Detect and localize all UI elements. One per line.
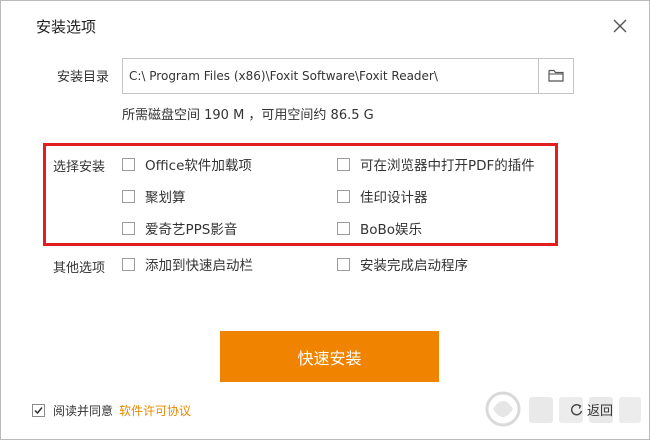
close-icon [613,19,627,33]
checkbox[interactable] [122,189,135,203]
checkbox[interactable] [122,221,135,235]
option-label: 添加到快速启动栏 [145,258,253,274]
license-link[interactable]: 软件许可协议 [119,402,191,419]
option-label: BoBo娱乐 [360,222,423,238]
option-browser-pdf-plugin[interactable]: 可在浏览器中打开PDF的插件 [337,155,535,174]
close-button[interactable] [605,11,635,41]
install-path-field [122,58,574,94]
option-office-addin[interactable]: Office软件加载项 [122,155,252,174]
select-install-label: 选择安装 [53,160,106,175]
option-jiayin-designer[interactable]: 佳印设计器 [337,187,428,206]
checkbox[interactable] [337,221,350,235]
checkbox[interactable] [122,257,135,271]
license-agreement: 阅读并同意 软件许可协议 [32,401,191,419]
checkbox[interactable] [337,157,350,171]
option-label: 佳印设计器 [360,190,428,206]
checkmark-icon [34,406,43,414]
install-path-input[interactable] [123,59,537,93]
option-iqiyi-pps[interactable]: 爱奇艺PPS影音 [122,219,238,238]
option-juhuasuan[interactable]: 聚划算 [122,187,186,206]
option-label: 爱奇艺PPS影音 [145,222,238,238]
option-launch-after-install[interactable]: 安装完成启动程序 [337,255,468,274]
checkbox[interactable] [337,257,350,271]
back-arrow-icon [571,403,583,415]
option-label: 可在浏览器中打开PDF的插件 [360,158,535,174]
option-label: 聚划算 [145,190,186,206]
quick-install-button[interactable]: 快速安装 [220,331,439,382]
install-options-dialog: 安装选项 安装目录 所需磁盘空间 190 M ，可用空间约 86.5 G 选择安… [0,0,650,440]
back-button[interactable]: 返回 [571,400,613,419]
other-options-label: 其他选项 [53,261,106,276]
folder-icon [548,69,564,82]
option-label: 安装完成启动程序 [360,258,468,274]
disk-space-info: 所需磁盘空间 190 M ，可用空间约 86.5 G [122,108,374,123]
watermark-logo-icon [485,391,641,427]
browse-folder-button[interactable] [538,59,573,93]
agree-text: 阅读并同意 [53,403,114,418]
checkbox[interactable] [122,157,135,171]
agree-checkbox[interactable] [32,403,45,417]
dialog-title: 安装选项 [36,18,97,36]
option-bobo[interactable]: BoBo娱乐 [337,219,423,238]
back-label: 返回 [587,404,614,419]
option-quick-launch[interactable]: 添加到快速启动栏 [122,255,253,274]
checkbox[interactable] [337,189,350,203]
install-dir-label: 安装目录 [57,70,110,85]
option-label: Office软件加载项 [145,158,252,174]
